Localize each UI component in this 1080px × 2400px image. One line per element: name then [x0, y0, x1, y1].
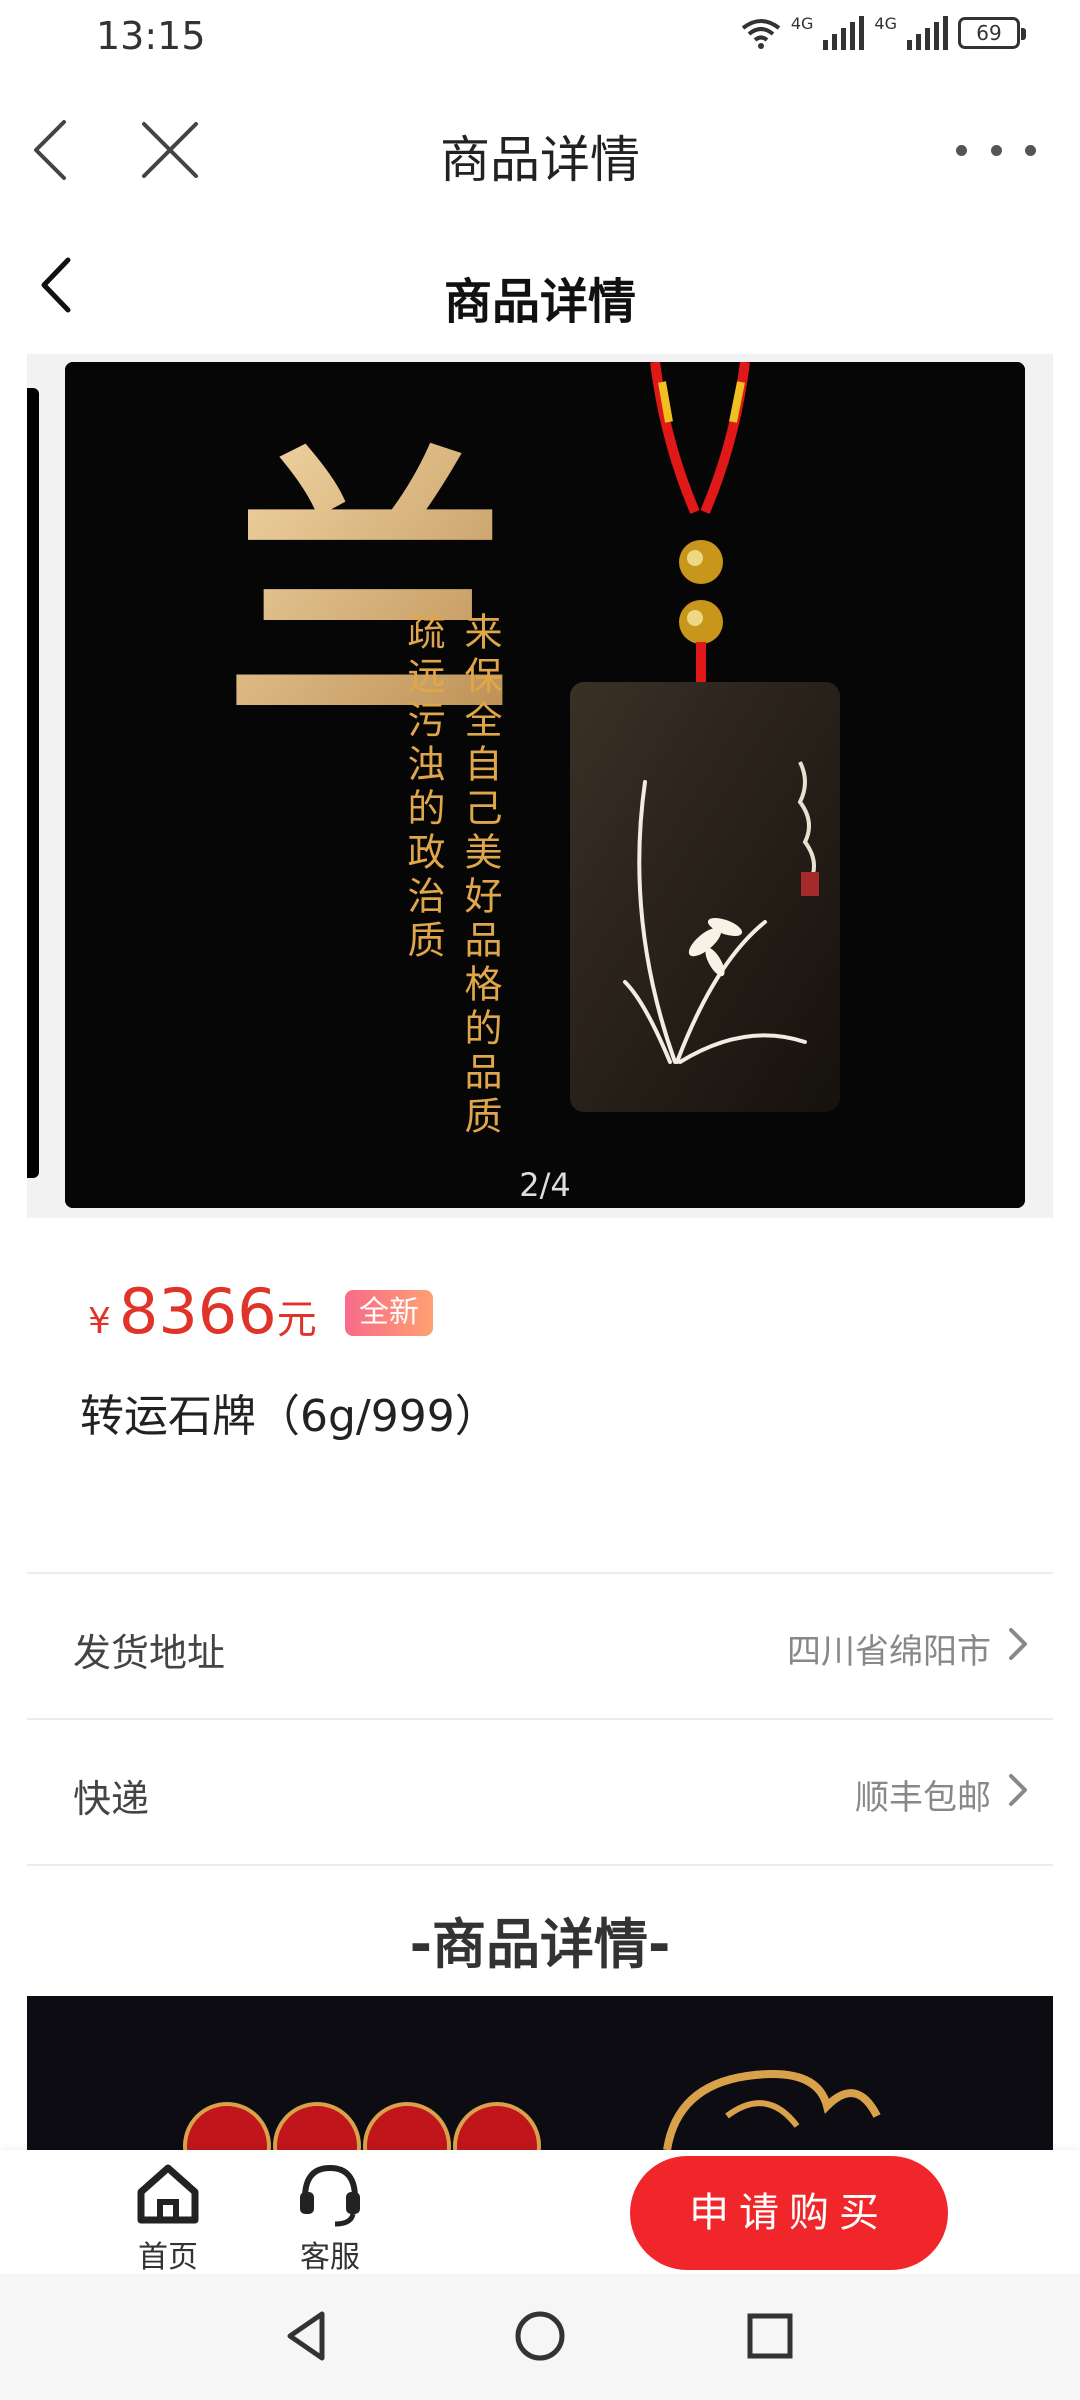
home-icon — [137, 2164, 199, 2224]
headset-icon — [300, 2164, 360, 2227]
tab-customer-service[interactable]: 客服 — [280, 2158, 380, 2275]
shipping-address-label: 发货地址 — [73, 1631, 226, 1675]
nav-back-icon[interactable] — [276, 2304, 340, 2368]
price-value: 8366 — [118, 1275, 277, 1348]
status-icons: 4G 4G 69 — [741, 13, 1026, 50]
shipping-address-value: 四川省绵阳市 — [787, 1632, 991, 1672]
browser-nav-bar: 商品详情 — [0, 80, 1080, 220]
shipping-address-row[interactable]: 发货地址 四川省绵阳市 — [27, 1574, 1053, 1718]
price-currency: ¥ — [88, 1301, 111, 1342]
detail-heading: -商品详情- — [409, 1913, 671, 1976]
system-nav-bar — [0, 2274, 1080, 2400]
battery-level: 69 — [976, 21, 1002, 45]
poem-column-1: 来保全自己美好品格的品质 — [458, 612, 502, 1140]
signal-icon — [823, 16, 865, 50]
detail-image-art — [27, 1996, 1053, 2150]
status-bar: 13:15 4G 4G 69 — [0, 0, 1080, 80]
tab-home-label: 首页 — [138, 2240, 198, 2275]
tab-home[interactable]: 首页 — [118, 2158, 218, 2275]
wifi-icon — [741, 19, 781, 49]
detail-image — [27, 1996, 1053, 2150]
product-image-art: 兰 来保全自己美好品格的品质 疏远污浊的政治质 — [65, 362, 1025, 1208]
divider — [27, 1864, 1053, 1866]
carousel-prev-slide — [27, 388, 39, 1178]
price-unit: 元 — [276, 1297, 317, 1343]
network-type-1: 4G — [790, 13, 814, 33]
bottom-action-bar: 首页 客服 申请购买 — [0, 2150, 1080, 2275]
condition-badge: 全新 — [345, 1290, 433, 1336]
express-label: 快递 — [73, 1777, 150, 1821]
product-image[interactable]: 兰 来保全自己美好品格的品质 疏远污浊的政治质 2/4 — [65, 362, 1025, 1208]
status-time: 13:15 — [96, 14, 206, 58]
nav-recents-icon[interactable] — [738, 2304, 802, 2368]
product-image-carousel[interactable]: 兰 来保全自己美好品格的品质 疏远污浊的政治质 2/4 — [27, 354, 1053, 1218]
chevron-right-icon — [1009, 1628, 1027, 1660]
apply-purchase-button[interactable]: 申请购买 — [630, 2156, 948, 2270]
carousel-counter: 2/4 — [519, 1166, 571, 1204]
product-name: 转运石牌（6g/999） — [80, 1391, 499, 1442]
poem-column-2: 疏远污浊的政治质 — [401, 612, 445, 964]
nav-home-icon[interactable] — [508, 2304, 572, 2368]
express-value: 顺丰包邮 — [855, 1778, 991, 1818]
page-title: 商品详情 — [443, 274, 636, 330]
signal-icon-2 — [907, 16, 948, 50]
battery-icon: 69 — [958, 17, 1026, 49]
browser-title: 商品详情 — [440, 131, 640, 189]
more-icon[interactable] — [956, 130, 1036, 170]
network-type-2: 4G — [874, 13, 897, 33]
price: ¥ 8366 元 — [88, 1275, 317, 1348]
tab-customer-service-label: 客服 — [300, 2240, 360, 2275]
page-header: 商品详情 — [0, 220, 1080, 350]
express-row[interactable]: 快递 顺丰包邮 — [27, 1720, 1053, 1864]
chevron-right-icon — [1009, 1774, 1027, 1806]
